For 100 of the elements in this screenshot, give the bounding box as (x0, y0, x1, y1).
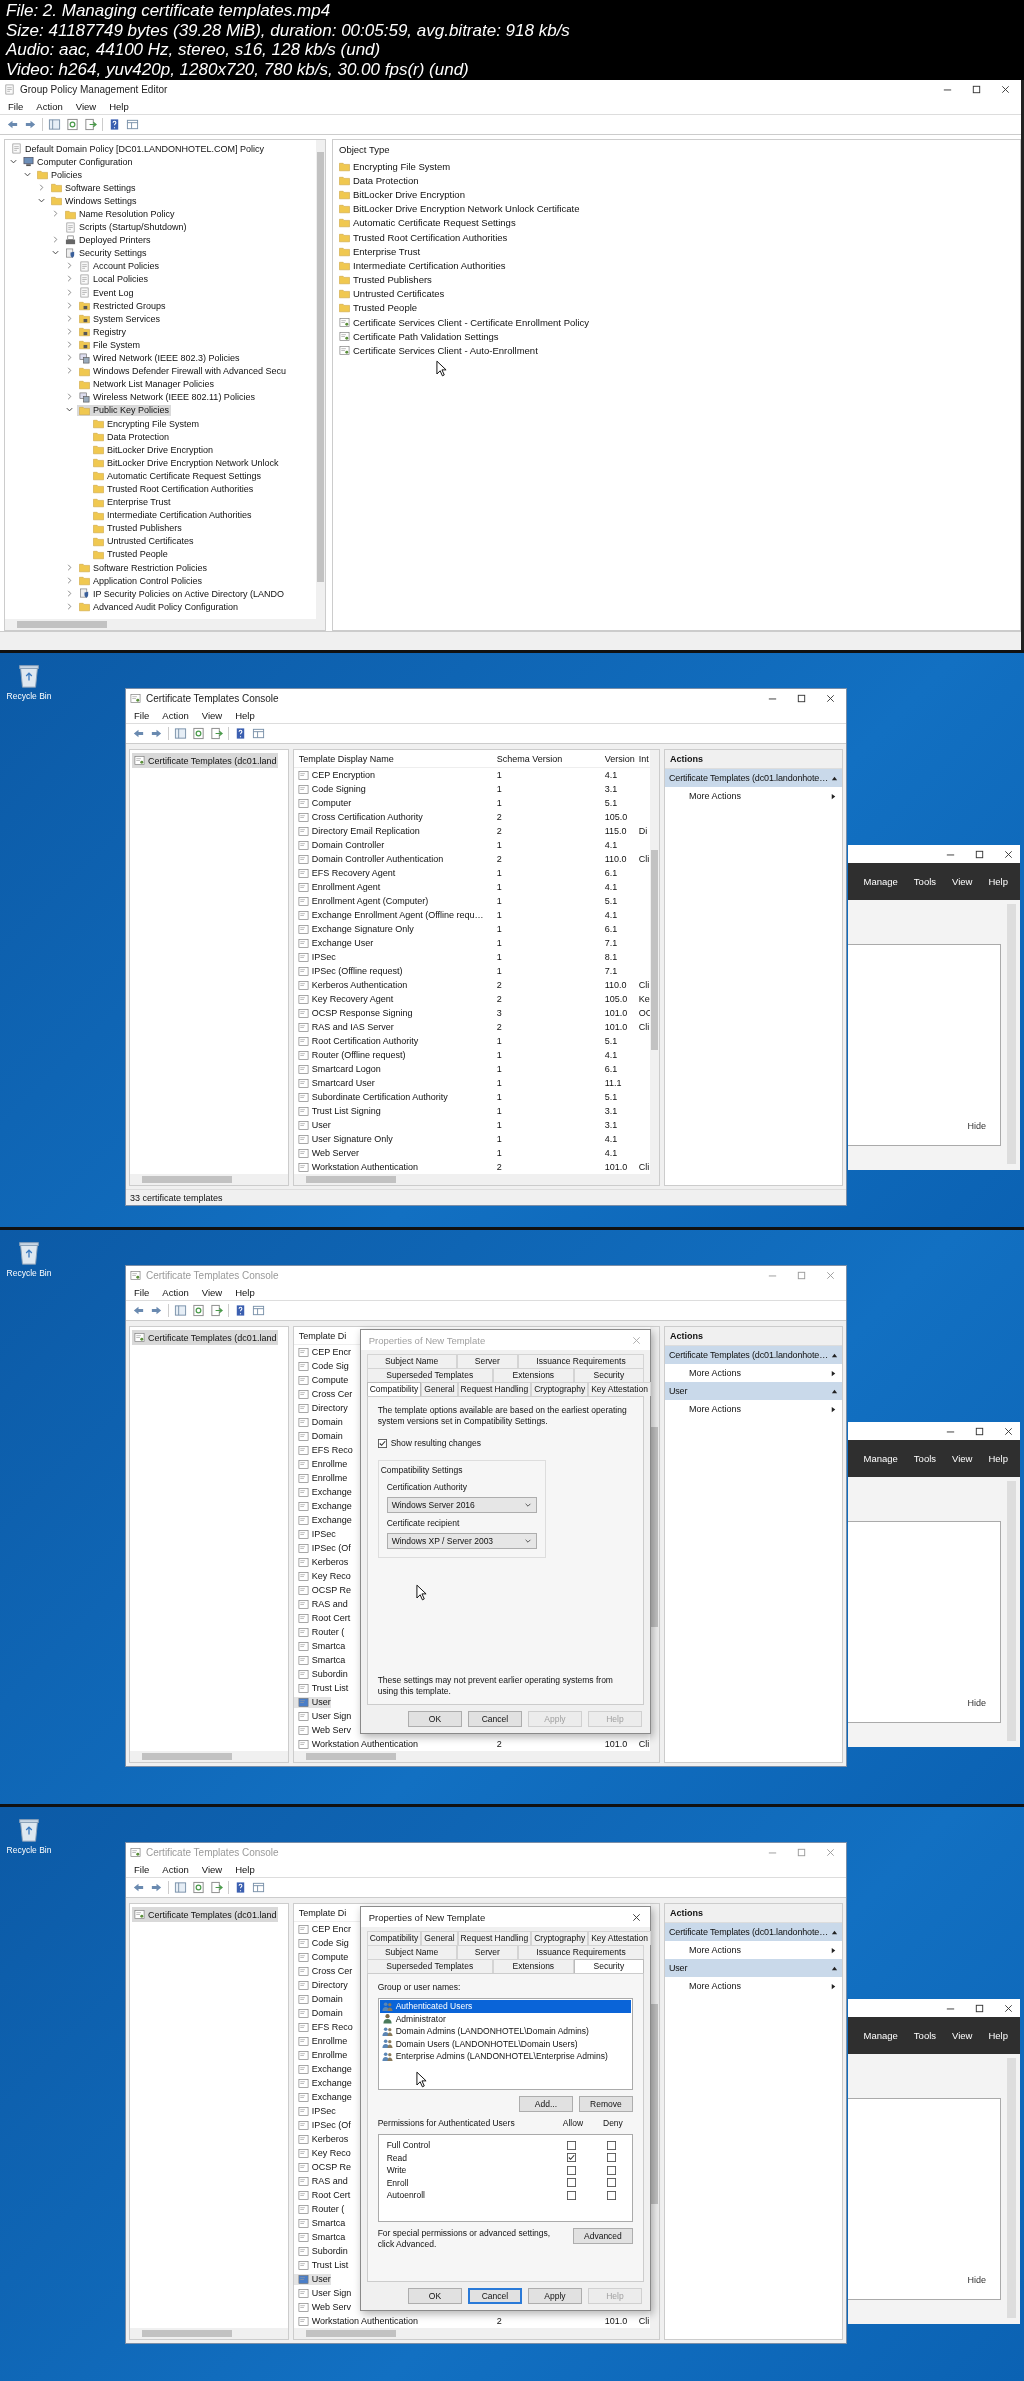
tree-item[interactable]: Default Domain Policy [DC01.LANDONHOTEL.COM] Policy (9, 143, 267, 155)
tree-item[interactable]: Trusted People (91, 548, 170, 560)
tree-item[interactable]: Certificate Templates (dc01.land (132, 1907, 279, 1922)
chevron-right-icon[interactable] (65, 601, 74, 611)
template-name[interactable]: User Sign (293, 2287, 352, 2299)
tree-item[interactable]: Certificate Templates (dc01.land (132, 753, 279, 768)
template-name[interactable]: Subordin (293, 1668, 348, 1680)
allow-checkbox[interactable] (567, 2165, 577, 2175)
menu-item[interactable]: Help (235, 710, 255, 721)
action-section-header[interactable]: Certificate Templates (dc01.landonhote… (664, 1923, 842, 1941)
action-section-header[interactable]: Certificate Templates (dc01.landonhote… (664, 769, 842, 787)
back-button[interactable] (132, 1881, 145, 1894)
template-name[interactable]: Workstation Authentication (293, 1738, 419, 1750)
template-name[interactable]: Router ( (293, 2203, 345, 2215)
user-list-item[interactable]: Administrator (379, 2012, 631, 2025)
menu-item[interactable]: View (201, 1287, 223, 1298)
help-button[interactable] (234, 727, 247, 740)
menu-item[interactable]: File (8, 101, 24, 112)
template-name[interactable]: Root Cert (293, 1612, 351, 1624)
back-button[interactable] (132, 1304, 145, 1317)
tree-item[interactable]: Untrusted Certificates (91, 535, 196, 547)
hide-link[interactable]: Hide (967, 1121, 986, 1131)
tree-item[interactable]: Network List Manager Policies (77, 378, 217, 390)
template-name[interactable]: Domain (293, 1993, 343, 2005)
menu-item[interactable]: Help (235, 1864, 255, 1875)
template-name[interactable]: Smartca (293, 1640, 346, 1652)
menu-item[interactable]: Manage (863, 876, 898, 888)
menu-item[interactable]: File (134, 710, 150, 721)
chevron-right-icon[interactable] (65, 366, 74, 376)
tree-item[interactable]: System Services (77, 313, 163, 325)
template-name[interactable]: OCSP Re (293, 1584, 352, 1596)
scrollbar[interactable] (130, 1751, 288, 1762)
template-name[interactable]: User (293, 1696, 331, 1708)
template-name[interactable]: Exchange (293, 1500, 352, 1512)
scrollbar[interactable] (130, 1174, 288, 1185)
template-name[interactable]: Enrollme (293, 1472, 348, 1484)
template-name[interactable]: Enrollment Agent (293, 881, 381, 893)
template-name[interactable]: Trust List (293, 2259, 349, 2271)
action-section-header[interactable]: Certificate Templates (dc01.landonhote… (664, 1346, 842, 1364)
template-name[interactable]: Smartca (293, 1654, 346, 1666)
tab[interactable]: Issuance Requirements (518, 1945, 644, 1959)
tab[interactable]: Superseded Templates (366, 1959, 493, 1973)
allow-checkbox[interactable] (567, 2153, 577, 2163)
action-link[interactable]: More Actions (664, 1400, 842, 1418)
list-item[interactable]: Trusted Publishers (339, 272, 432, 287)
template-name[interactable]: Workstation Authentication (293, 1161, 419, 1173)
template-name[interactable]: Router (Offline request) (293, 1049, 406, 1061)
scrollbar[interactable] (293, 2328, 659, 2339)
template-name[interactable]: Cross Certification Authority (293, 811, 423, 823)
tree-item[interactable]: Windows Defender Firewall with Advanced Secu (77, 365, 289, 377)
template-name[interactable]: Compute (293, 1951, 349, 1963)
template-name[interactable]: Exchange (293, 2063, 352, 2075)
tab[interactable]: Extensions (492, 1959, 574, 1973)
tree-item[interactable]: Windows Settings (49, 195, 139, 207)
template-name[interactable]: Exchange Signature Only (293, 923, 414, 935)
scrollbar[interactable] (293, 1174, 659, 1185)
template-name[interactable]: Root Cert (293, 2189, 351, 2201)
tab[interactable]: General (421, 1931, 458, 1945)
dropdown[interactable]: Windows Server 2016 (386, 1497, 537, 1513)
deny-checkbox[interactable] (607, 2153, 617, 2163)
template-name[interactable]: Domain (293, 1416, 343, 1428)
export-button[interactable] (84, 118, 97, 131)
template-name[interactable]: IPSec (293, 2105, 336, 2117)
template-name[interactable]: User (293, 1119, 331, 1131)
user-list-item[interactable]: Authenticated Users (379, 2000, 631, 2013)
chevron-right-icon[interactable] (65, 562, 74, 572)
export-button[interactable] (210, 1881, 223, 1894)
menu-item[interactable]: Help (988, 876, 1008, 888)
column-header[interactable]: Object Type (339, 144, 390, 155)
tree-item[interactable]: Enterprise Trust (91, 496, 173, 508)
template-name[interactable]: OCSP Response Signing (293, 1007, 413, 1019)
template-name[interactable]: Kerberos (293, 2133, 349, 2145)
column-header[interactable]: Int (633, 753, 650, 764)
scrollbar[interactable] (5, 619, 325, 630)
action-link[interactable]: More Actions (664, 1941, 842, 1959)
tree-item[interactable]: BitLocker Drive Encryption (91, 444, 216, 456)
action-link[interactable]: More Actions (664, 1364, 842, 1382)
tree-item[interactable]: BitLocker Drive Encryption Network Unlock (91, 457, 281, 469)
tree-item[interactable]: File System (77, 339, 142, 351)
template-name[interactable]: User (293, 2273, 331, 2285)
scrollbar[interactable] (649, 750, 659, 1174)
tree-item[interactable]: IP Security Policies on Active Directory (LANDO (77, 588, 286, 600)
template-name[interactable]: Domain Controller (293, 839, 385, 851)
allow-checkbox[interactable] (567, 2190, 577, 2200)
template-name[interactable]: Code Sig (293, 1360, 349, 1372)
template-name[interactable]: Enrollment Agent (Computer) (293, 895, 429, 907)
list-item[interactable]: Trusted Root Certification Authorities (339, 229, 508, 245)
tab[interactable]: Security (573, 1368, 644, 1382)
template-name[interactable]: Domain (293, 1430, 343, 1442)
template-name[interactable]: Directory (293, 1979, 348, 1991)
tab[interactable]: Cryptography (531, 1931, 589, 1945)
template-name[interactable]: User Sign (293, 1710, 352, 1722)
template-name[interactable]: IPSec (Of (293, 2119, 351, 2131)
close-button[interactable] (1000, 84, 1011, 95)
template-name[interactable]: Kerberos (293, 1556, 349, 1568)
scrollbar[interactable] (130, 2328, 288, 2339)
template-name[interactable]: Cross Cer (293, 1388, 353, 1400)
chevron-right-icon[interactable] (65, 339, 74, 349)
allow-checkbox[interactable] (567, 2178, 577, 2188)
chevron-right-icon[interactable] (65, 313, 74, 323)
